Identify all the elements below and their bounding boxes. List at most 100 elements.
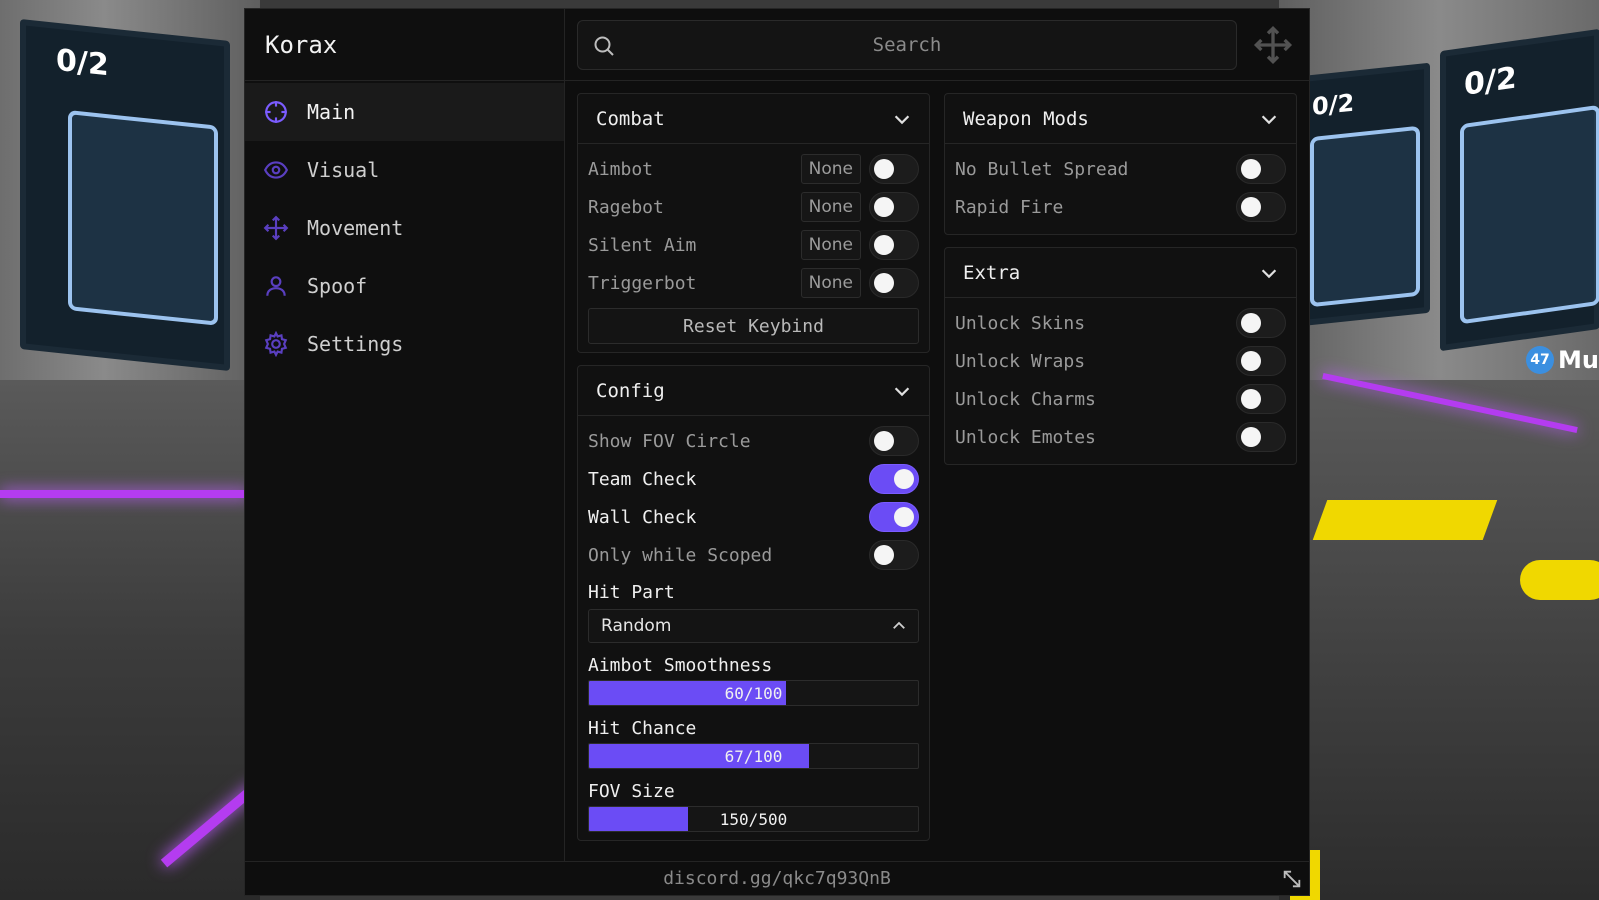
setting-label: Wall Check — [588, 506, 697, 528]
sidebar-item-label: Main — [307, 100, 356, 124]
no-bullet-spread-toggle[interactable] — [1236, 154, 1286, 184]
sidebar-item-movement[interactable]: Movement — [245, 199, 564, 257]
config-panel-header[interactable]: Config — [578, 366, 929, 416]
setting-row-show-fov-circle: Show FOV Circle — [588, 422, 919, 460]
setting-label: Ragebot — [588, 196, 664, 218]
resize-icon[interactable] — [1281, 868, 1303, 890]
app-title: Korax — [245, 9, 564, 81]
silent-aim-toggle[interactable] — [869, 230, 919, 260]
panel-title: Config — [596, 379, 665, 402]
slider-label: FOV Size — [588, 781, 675, 802]
reset-keybind-button[interactable]: Reset Keybind — [588, 308, 919, 344]
user-icon — [263, 273, 289, 299]
keybind-button[interactable]: None — [800, 230, 861, 260]
unlock-skins-toggle[interactable] — [1236, 308, 1286, 338]
setting-label: Rapid Fire — [955, 196, 1064, 218]
combat-panel-header[interactable]: Combat — [578, 94, 929, 144]
keybind-button[interactable]: None — [800, 154, 861, 184]
weapon-mods-panel: Weapon Mods No Bullet Spread Rapid Fire — [944, 93, 1297, 235]
sidebar: Korax Main Visual Movement Spoof Setting… — [245, 9, 565, 861]
gear-icon — [263, 331, 289, 357]
player-name: Mu — [1558, 346, 1599, 374]
panel-title: Combat — [596, 107, 665, 130]
unlock-charms-toggle[interactable] — [1236, 384, 1286, 414]
setting-row-wall-check: Wall Check — [588, 498, 919, 536]
discord-link[interactable]: discord.gg/qkc7q93QnB — [663, 868, 891, 889]
setting-label: Aimbot — [588, 158, 654, 180]
setting-row-silent-aim: Silent Aim None — [588, 226, 919, 264]
setting-row-aimbot: Aimbot None — [588, 150, 919, 188]
panel-title: Extra — [963, 261, 1021, 284]
floor-right — [1279, 380, 1599, 900]
setting-label: Unlock Charms — [955, 388, 1096, 410]
rapid-fire-toggle[interactable] — [1236, 192, 1286, 222]
screen-frame — [1460, 104, 1599, 325]
crosshair-icon — [263, 99, 289, 125]
hit-chance-slider[interactable]: 67/100 — [588, 743, 919, 769]
extra-panel-header[interactable]: Extra — [945, 248, 1296, 298]
setting-row-unlock-charms: Unlock Charms — [955, 380, 1286, 418]
fov-size-setting: FOV Size 150/500 — [588, 781, 919, 832]
setting-label: Only while Scoped — [588, 544, 773, 566]
setting-label: Unlock Wraps — [955, 350, 1086, 372]
setting-label: Silent Aim — [588, 234, 697, 256]
aimbot-toggle[interactable] — [869, 154, 919, 184]
chevron-down-icon — [894, 386, 910, 396]
sidebar-item-label: Movement — [307, 216, 404, 240]
search-input[interactable] — [578, 20, 1236, 69]
sidebar-item-label: Settings — [307, 332, 404, 356]
chevron-up-icon — [893, 621, 905, 629]
setting-row-rapid-fire: Rapid Fire — [955, 188, 1286, 226]
top-bar — [565, 9, 1309, 81]
sidebar-item-spoof[interactable]: Spoof — [245, 257, 564, 315]
unlock-wraps-toggle[interactable] — [1236, 346, 1286, 376]
only-while-scoped-toggle[interactable] — [869, 540, 919, 570]
combat-panel: Combat Aimbot None Ragebot None Silent A… — [577, 93, 930, 353]
config-panel: Config Show FOV Circle Team Check Wall C… — [577, 365, 930, 841]
drag-move-icon[interactable] — [1253, 25, 1293, 65]
slider-value: 67/100 — [724, 746, 783, 766]
unlock-emotes-toggle[interactable] — [1236, 422, 1286, 452]
neon-strip — [0, 490, 250, 498]
triggerbot-toggle[interactable] — [869, 268, 919, 298]
keybind-button[interactable]: None — [800, 268, 861, 298]
slider-label: Aimbot Smoothness — [588, 655, 773, 676]
setting-row-ragebot: Ragebot None — [588, 188, 919, 226]
screen-count: 0/2 — [56, 42, 109, 84]
sidebar-item-settings[interactable]: Settings — [245, 315, 564, 373]
slider-value: 60/100 — [724, 683, 783, 703]
ragebot-toggle[interactable] — [869, 192, 919, 222]
setting-label: Unlock Emotes — [955, 426, 1096, 448]
fov-size-slider[interactable]: 150/500 — [588, 806, 919, 832]
aimbot-smoothness-slider[interactable]: 60/100 — [588, 680, 919, 706]
show-fov-circle-toggle[interactable] — [869, 426, 919, 456]
slider-label: Hit Chance — [588, 718, 697, 739]
content-area: Combat Aimbot None Ragebot None Silent A… — [565, 81, 1309, 861]
aimbot-smoothness-setting: Aimbot Smoothness 60/100 — [588, 655, 919, 706]
setting-row-unlock-skins: Unlock Skins — [955, 304, 1286, 342]
sidebar-item-main[interactable]: Main — [245, 83, 564, 141]
weapon-mods-panel-header[interactable]: Weapon Mods — [945, 94, 1296, 144]
sidebar-item-visual[interactable]: Visual — [245, 141, 564, 199]
footer-bar: discord.gg/qkc7q93QnB — [245, 861, 1309, 895]
hit-part-label: Hit Part — [588, 582, 675, 603]
game-screen-left: 0/2 — [20, 18, 230, 372]
wall-check-toggle[interactable] — [869, 502, 919, 532]
sidebar-item-label: Spoof — [307, 274, 368, 298]
setting-row-only-while-scoped: Only while Scoped — [588, 536, 919, 574]
setting-label: Unlock Skins — [955, 312, 1086, 334]
sidebar-nav: Main Visual Movement Spoof Settings — [245, 81, 564, 373]
hit-part-dropdown[interactable]: Random — [588, 609, 919, 643]
extra-panel: Extra Unlock Skins Unlock Wraps Unlock C… — [944, 247, 1297, 465]
game-screen-right-1: 0/2 — [1290, 62, 1430, 328]
setting-row-unlock-emotes: Unlock Emotes — [955, 418, 1286, 456]
setting-label: Team Check — [588, 468, 697, 490]
setting-label: Show FOV Circle — [588, 430, 751, 452]
search-box — [577, 19, 1237, 70]
sidebar-item-label: Visual — [307, 158, 380, 182]
move-arrows-icon — [263, 215, 289, 241]
team-check-toggle[interactable] — [869, 464, 919, 494]
chevron-down-icon — [1261, 114, 1277, 124]
keybind-button[interactable]: None — [800, 192, 861, 222]
setting-row-no-bullet-spread: No Bullet Spread — [955, 150, 1286, 188]
